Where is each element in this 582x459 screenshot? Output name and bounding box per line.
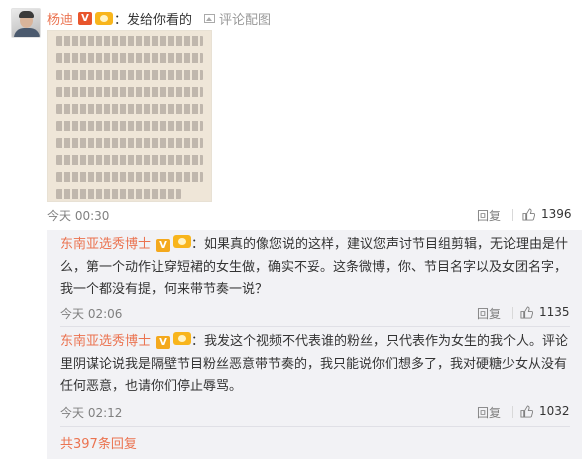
avatar-hair [19, 11, 34, 18]
avatar[interactable] [11, 8, 41, 38]
thumbs-up-icon [522, 207, 535, 221]
thumbnail-text-line [56, 104, 203, 114]
image-comment-link[interactable]: 评论配图 [204, 9, 271, 28]
avatar-shirt [14, 28, 40, 37]
thumbnail-text-line [56, 36, 203, 46]
thumbnail-text-line [56, 172, 203, 182]
like-count: 1396 [541, 207, 572, 221]
meta-divider [512, 406, 513, 418]
comment-image-thumbnail[interactable] [47, 30, 212, 202]
sub-like-button[interactable]: 1135 [520, 305, 570, 319]
verified-v-icon: V [78, 11, 93, 25]
sub-comment-1: 东南亚选秀博士 V ：如果真的像您说的这样，建议您声讨节目组剪辑，无论理由是什么，第… [60, 234, 570, 302]
thumbs-up-icon [520, 305, 533, 319]
username-link[interactable]: 杨迪 [47, 9, 73, 28]
sub-comment-2: 东南亚选秀博士 V ：我发这个视频不代表谁的粉丝，只代表作为女生的我个人。评论里阴谋… [60, 331, 570, 399]
thumbnail-text-line [56, 121, 203, 131]
replies-panel: 东南亚选秀博士 V ：如果真的像您说的这样，建议您声讨节目组剪辑，无论理由是什么，第… [47, 230, 582, 459]
reply-button[interactable]: 回复 [477, 207, 501, 224]
thumbnail-text-line [56, 53, 203, 63]
sub-comment-time: 今天 02:12 [60, 406, 123, 420]
comment-meta: 今天 00:30 回复 1396 [0, 205, 582, 225]
member-crown-icon [95, 11, 114, 25]
sub-comment-2-meta: 今天 02:12 回复 1032 [47, 402, 582, 422]
verified-v-icon: V [156, 336, 171, 349]
sub-username-link[interactable]: 东南亚选秀博士 [60, 237, 151, 252]
thumbnail-text-line [56, 70, 203, 80]
sub-comment-divider [60, 426, 570, 427]
thumbnail-text-line [56, 87, 203, 97]
like-button[interactable]: 1396 [522, 207, 572, 221]
verified-v-icon: V [156, 239, 171, 252]
image-comment-label: 评论配图 [219, 12, 272, 28]
sub-username-link[interactable]: 东南亚选秀博士 [60, 334, 151, 349]
sub-comment-divider [60, 326, 570, 327]
view-all-replies-link[interactable]: 共397条回复 [60, 433, 137, 452]
thumbs-up-icon [520, 404, 533, 418]
comment-time: 今天 00:30 [47, 209, 110, 223]
sub-comment-1-meta: 今天 02:06 回复 1135 [47, 303, 582, 323]
sub-like-count: 1032 [539, 404, 570, 418]
sub-like-count: 1135 [539, 305, 570, 319]
sub-comment-time: 今天 02:06 [60, 307, 123, 321]
thumbnail-text-line [56, 155, 203, 165]
meta-divider [512, 307, 513, 319]
comment-header: 杨迪 V ：发给你看的 评论配图 [47, 9, 271, 28]
member-crown-icon [173, 332, 192, 345]
thumbnail-text-line [56, 138, 203, 148]
sub-reply-button[interactable]: 回复 [477, 305, 501, 322]
meta-divider [512, 209, 513, 221]
picture-icon [204, 13, 216, 23]
member-crown-icon [173, 235, 192, 248]
sub-like-button[interactable]: 1032 [520, 404, 570, 418]
thumbnail-text-line [56, 189, 181, 199]
sub-reply-button[interactable]: 回复 [477, 404, 501, 421]
comment-text: ：发给你看的 [114, 12, 193, 28]
